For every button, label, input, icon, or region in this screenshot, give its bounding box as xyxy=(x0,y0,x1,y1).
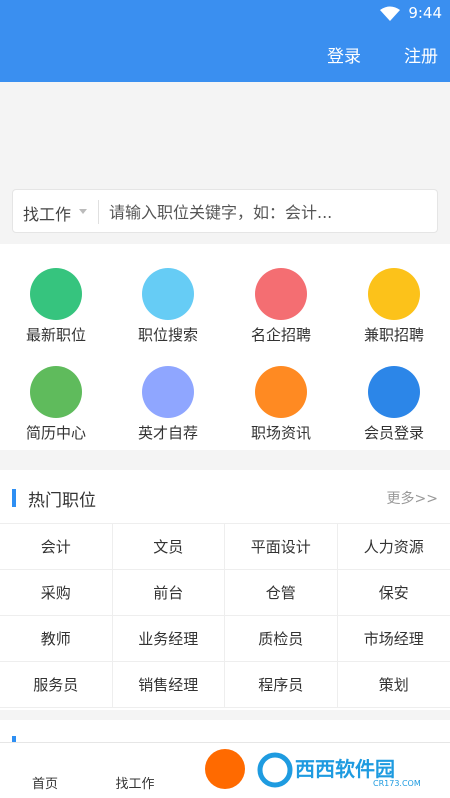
hot-jobs-title: 热门职位 xyxy=(28,491,96,511)
menu-item-resume-center[interactable]: 简历中心 xyxy=(0,342,112,442)
register-link[interactable]: 注册 xyxy=(404,42,438,67)
hot-job-item[interactable]: 人力资源 xyxy=(337,524,450,570)
member-login-icon xyxy=(368,366,420,418)
hot-job-item[interactable]: 程序员 xyxy=(225,662,338,708)
hot-jobs-grid: 会计 文员 平面设计 人力资源 采购 前台 仓管 保安 教师 业务经理 质检员 … xyxy=(0,524,450,710)
status-bar: 9:44 xyxy=(0,0,450,28)
menu-item-self-recommend[interactable]: 英才自荐 xyxy=(112,342,224,442)
search-type-select[interactable]: 找工作 xyxy=(23,201,71,225)
hot-job-item[interactable]: 会计 xyxy=(0,524,113,570)
hot-job-item[interactable]: 策划 xyxy=(337,662,450,708)
menu-label: 职场资讯 xyxy=(250,424,311,442)
status-time: 9:44 xyxy=(408,4,442,22)
menu-item-latest-jobs[interactable]: 最新职位 xyxy=(0,244,112,344)
menu-item-part-time[interactable]: 兼职招聘 xyxy=(338,244,450,344)
menu-item-famous-companies[interactable]: 名企招聘 xyxy=(225,244,337,344)
hot-jobs-more-link[interactable]: 更多>> xyxy=(387,488,438,508)
hot-job-item[interactable]: 质检员 xyxy=(225,616,338,662)
hot-jobs-header: 热门职位 更多>> xyxy=(0,470,450,524)
latest-jobs-icon xyxy=(30,268,82,320)
top-header: 登录 注册 xyxy=(0,28,450,82)
menu-item-member-login[interactable]: 会员登录 xyxy=(338,342,450,442)
hot-job-item[interactable]: 采购 xyxy=(0,570,113,616)
hot-job-item[interactable]: 市场经理 xyxy=(337,616,450,662)
hot-job-item[interactable]: 文员 xyxy=(112,524,225,570)
site-watermark-logo: 西西软件园 CR173.COM xyxy=(255,752,435,788)
center-action-button[interactable] xyxy=(205,749,245,789)
hot-job-item[interactable]: 业务经理 xyxy=(112,616,225,662)
category-menu: 最新职位 职位搜索 名企招聘 兼职招聘 简历中心 英才自荐 职场资讯 会员登录 xyxy=(0,244,450,450)
menu-item-career-news[interactable]: 职场资讯 xyxy=(225,342,337,442)
resume-center-icon xyxy=(30,366,82,418)
self-recommend-icon xyxy=(142,366,194,418)
search-bar: 找工作 xyxy=(12,189,438,233)
famous-companies-icon xyxy=(255,268,307,320)
hot-job-item[interactable]: 保安 xyxy=(337,570,450,616)
search-input[interactable] xyxy=(107,197,431,227)
part-time-icon xyxy=(368,268,420,320)
banner-area xyxy=(0,82,450,182)
menu-item-job-search[interactable]: 职位搜索 xyxy=(112,244,224,344)
wifi-icon xyxy=(380,6,400,21)
watermark-text: 西西软件园 xyxy=(295,757,395,781)
menu-label: 英才自荐 xyxy=(137,424,198,442)
caret-down-icon[interactable] xyxy=(79,209,87,214)
section-accent-bar xyxy=(12,489,16,507)
watermark-sub: CR173.COM xyxy=(373,779,421,788)
hot-job-item[interactable]: 销售经理 xyxy=(112,662,225,708)
hot-jobs-section: 热门职位 更多>> 会计 文员 平面设计 人力资源 采购 前台 仓管 保安 教师… xyxy=(0,470,450,710)
login-link[interactable]: 登录 xyxy=(327,42,361,67)
job-search-icon xyxy=(142,268,194,320)
hot-job-item[interactable]: 服务员 xyxy=(0,662,113,708)
career-news-icon xyxy=(255,366,307,418)
hot-job-item[interactable]: 平面设计 xyxy=(225,524,338,570)
menu-label: 简历中心 xyxy=(25,424,86,442)
hot-job-item[interactable]: 教师 xyxy=(0,616,113,662)
hot-job-item[interactable]: 前台 xyxy=(112,570,225,616)
search-divider xyxy=(98,200,99,224)
tab-find-job[interactable]: 找工作 xyxy=(90,773,180,792)
hot-job-item[interactable]: 仓管 xyxy=(225,570,338,616)
menu-label: 会员登录 xyxy=(363,424,424,442)
tab-home[interactable]: 首页 xyxy=(0,773,90,792)
